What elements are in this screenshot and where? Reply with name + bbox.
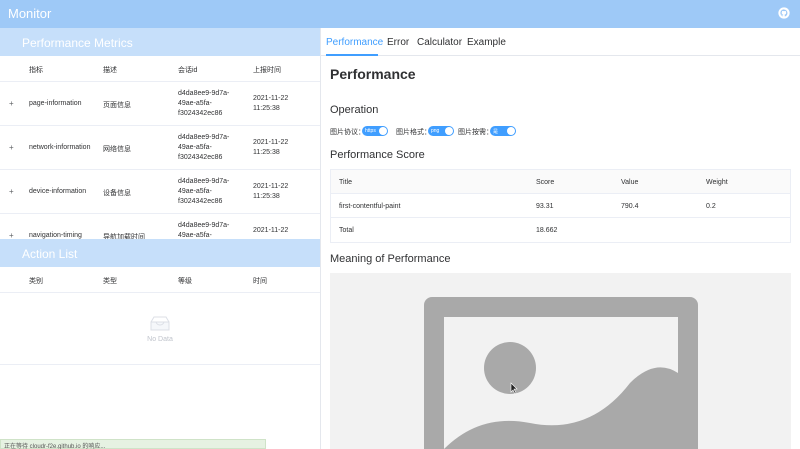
metric-name: page-information: [29, 100, 82, 107]
image-placeholder-icon: [424, 297, 698, 449]
expand-icon[interactable]: +: [9, 143, 14, 152]
value-cell: 790.4: [621, 203, 639, 210]
score-title: Performance Score: [330, 149, 425, 161]
session-id: d4da8ee9-9d7a- 49ae-a5fa-: [178, 222, 230, 239]
page-title: Performance: [330, 66, 416, 82]
github-icon[interactable]: [778, 7, 790, 19]
tab-error[interactable]: Error: [387, 37, 409, 48]
app-header: Monitor: [0, 0, 800, 28]
empty-box-icon: [150, 316, 170, 331]
col-type: 类型: [103, 278, 117, 285]
col-desc: 描述: [103, 67, 117, 74]
col-time: 时间: [253, 278, 267, 285]
session-id: d4da8ee9-9d7a- 49ae-a5fa-f3024342ec86: [178, 134, 230, 161]
metrics-section-header: Performance Metrics: [0, 28, 320, 56]
tab-performance[interactable]: Performance: [326, 37, 383, 48]
score-title-cell: first-contentful-paint: [339, 203, 401, 210]
metric-name: network-information: [29, 144, 91, 151]
expand-icon[interactable]: +: [9, 187, 14, 196]
active-tab-indicator: [326, 54, 378, 56]
metrics-table-header: 指标 描述 会话id 上报时间: [0, 56, 320, 82]
ondemand-switch[interactable]: 是: [490, 126, 516, 136]
weight-cell: 0.2: [706, 203, 716, 210]
browser-status-bar: 正在等待 cloudr-f2e.github.io 的响应...: [0, 439, 266, 449]
tab-bar: Performance Error Calculator Example: [321, 28, 800, 56]
left-panel: Performance Metrics 指标 描述 会话id 上报时间 + pa…: [0, 28, 321, 449]
format-switch[interactable]: png: [428, 126, 454, 136]
action-table-header: 类别 类型 等级 时间: [0, 267, 320, 293]
option-label-ondemand: 图片按需：: [458, 129, 493, 136]
table-row: Total 18.662: [331, 218, 790, 242]
session-id: d4da8ee9-9d7a- 49ae-a5fa-f3024342ec86: [178, 90, 230, 117]
meaning-title: Meaning of Performance: [330, 253, 451, 265]
score-cell: 93.31: [536, 203, 554, 210]
action-title: Action List: [22, 247, 78, 261]
option-label-protocol: 图片协议：: [330, 129, 365, 136]
score-table: Title Score Value Weight first-contentfu…: [330, 169, 791, 243]
metric-desc: 网络信息: [103, 146, 131, 153]
expand-icon[interactable]: +: [9, 99, 14, 108]
score-table-header: Title Score Value Weight: [331, 170, 790, 194]
report-time: 2021-11-22 11:25:38: [253, 95, 289, 112]
protocol-switch[interactable]: https: [362, 126, 388, 136]
empty-text: No Data: [147, 336, 173, 343]
table-row: first-contentful-paint 93.31 790.4 0.2: [331, 194, 790, 218]
metric-desc: 页面信息: [103, 102, 131, 109]
meaning-image: [330, 273, 791, 449]
report-time: 2021-11-22 11:25:38: [253, 183, 289, 200]
operation-title: Operation: [330, 104, 379, 116]
col-weight: Weight: [706, 179, 728, 186]
metric-name: device-information: [29, 188, 87, 195]
table-row[interactable]: + network-information 网络信息 d4da8ee9-9d7a…: [0, 126, 320, 170]
report-time: 2021-11-22: [253, 227, 289, 234]
col-score: Score: [536, 179, 555, 186]
col-value: Value: [621, 179, 639, 186]
app-title: Monitor: [8, 6, 52, 21]
total-score: 18.662: [536, 227, 558, 234]
tab-example[interactable]: Example: [467, 37, 506, 48]
table-row[interactable]: + navigation-timing 导航加载时间 d4da8ee9-9d7a…: [0, 214, 320, 241]
metrics-title: Performance Metrics: [22, 36, 133, 50]
col-metric: 指标: [29, 67, 43, 74]
action-section-header: Action List: [0, 239, 320, 267]
col-level: 等级: [178, 278, 192, 285]
report-time: 2021-11-22 11:25:38: [253, 139, 289, 156]
col-category: 类别: [29, 278, 43, 285]
metric-desc: 设备信息: [103, 190, 131, 197]
table-row[interactable]: + device-information 设备信息 d4da8ee9-9d7a-…: [0, 170, 320, 214]
col-title: Title: [339, 179, 352, 186]
col-report-time: 上报时间: [253, 67, 281, 74]
operation-options: 图片协议： https 图片格式： png 图片按需： 是: [330, 126, 790, 136]
metric-name: navigation-timing: [29, 232, 82, 239]
session-id: d4da8ee9-9d7a- 49ae-a5fa-f3024342ec86: [178, 178, 230, 205]
col-session-id: 会话id: [178, 67, 198, 74]
right-panel: Performance Error Calculator Example Per…: [321, 28, 800, 449]
option-label-format: 图片格式：: [396, 129, 431, 136]
total-label: Total: [339, 227, 354, 234]
tab-calculator[interactable]: Calculator: [417, 37, 462, 48]
table-row[interactable]: + page-information 页面信息 d4da8ee9-9d7a- 49…: [0, 82, 320, 126]
empty-state: No Data: [0, 293, 320, 365]
